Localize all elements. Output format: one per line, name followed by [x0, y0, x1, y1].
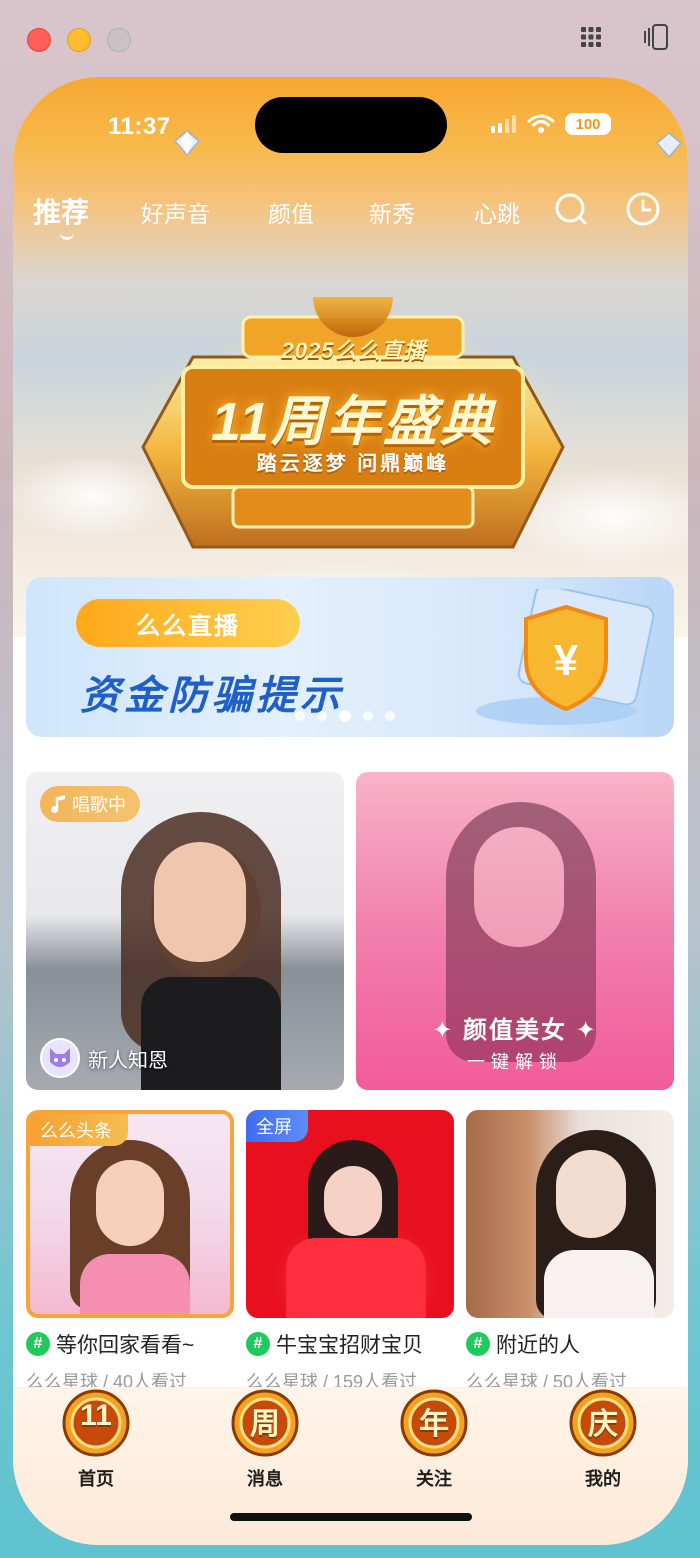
avatar	[40, 1038, 80, 1078]
streamer-face	[96, 1160, 164, 1246]
pager-dot[interactable]	[295, 711, 305, 721]
diamond-icon	[173, 130, 201, 157]
stream-title-text: 附近的人	[496, 1334, 580, 1357]
minimize-window-button[interactable]	[67, 28, 91, 52]
streamer-outfit	[544, 1250, 654, 1318]
tab-label: 首页	[78, 1469, 114, 1489]
banner-year-line: 2025么么直播	[281, 338, 427, 363]
music-note-icon	[51, 795, 65, 813]
medal-label: 年	[419, 1408, 449, 1441]
live-room-card[interactable]: 全屏	[246, 1110, 454, 1318]
rotate-device-icon[interactable]	[642, 22, 672, 52]
stream-title-text: 牛宝宝招财宝贝	[276, 1334, 423, 1357]
streamer-outfit	[80, 1254, 190, 1314]
battery-indicator: 100	[565, 113, 611, 135]
hashtag-icon: #	[466, 1332, 490, 1356]
stream-title[interactable]: # 等你回家看看~	[26, 1329, 194, 1359]
tab-looks[interactable]: 颜值	[268, 195, 314, 229]
headline-tag: 么么头条	[30, 1114, 128, 1146]
clock-icon[interactable]	[625, 191, 661, 227]
live-room-card[interactable]: 唱歌中 新人知恩	[26, 772, 344, 1090]
banner-title: 11周年盛典	[210, 392, 496, 452]
medal-label: 庆	[588, 1408, 618, 1441]
unlock-title-text: 颜值美女	[463, 1017, 567, 1044]
tab-label: 消息	[247, 1469, 283, 1489]
search-icon[interactable]	[553, 191, 589, 227]
anti-fraud-banner[interactable]: 么么直播 资金防骗提示 ¥	[26, 577, 674, 737]
stream-title-text: 等你回家看看~	[56, 1334, 195, 1357]
fullscreen-tag: 全屏	[246, 1110, 308, 1142]
live-room-card[interactable]	[466, 1110, 674, 1318]
grid-icon[interactable]	[576, 22, 606, 52]
pager-dot[interactable]	[317, 711, 327, 721]
tab-heartbeat[interactable]: 心跳	[474, 195, 520, 229]
unlock-subtitle: 一键解锁	[356, 1048, 674, 1074]
tab-following[interactable]: 年 关注	[374, 1387, 494, 1497]
signal-icon	[491, 115, 516, 133]
pager-dot-active[interactable]	[339, 710, 351, 722]
tab-label: 我的	[585, 1469, 621, 1489]
banner-pager	[295, 710, 395, 722]
tab-new-talent[interactable]: 新秀	[369, 195, 415, 229]
hashtag-icon: #	[246, 1332, 270, 1356]
streamer-face	[556, 1150, 626, 1238]
pager-dot[interactable]	[385, 711, 395, 721]
home-indicator[interactable]	[230, 1513, 472, 1521]
shield-yuan-icon: ¥	[476, 589, 655, 725]
sparkle-icon: ✦	[567, 1017, 598, 1044]
stream-title[interactable]: # 牛宝宝招财宝贝	[246, 1329, 423, 1359]
zoom-window-button[interactable]	[107, 28, 131, 52]
banner-subtitle: 踏云逐梦 问鼎巅峰	[256, 453, 450, 475]
diamond-icon	[655, 132, 683, 159]
status-time: 11:37	[108, 113, 171, 140]
dynamic-island	[255, 97, 447, 153]
wifi-icon	[527, 114, 555, 133]
streamer-face	[324, 1166, 382, 1236]
phone-screen: 11:37 100 推荐 好声音 颜值 新秀 心跳 2025么么直播 11周年盛…	[13, 77, 688, 1545]
streamer-face	[154, 842, 246, 962]
unlock-beauty-card[interactable]: ✦ 颜值美女 ✦ 一键解锁	[356, 772, 674, 1090]
unlock-title: ✦ 颜值美女 ✦	[356, 1010, 674, 1045]
svg-text:¥: ¥	[554, 636, 579, 685]
category-tabs: 推荐 好声音 颜值 新秀 心跳	[13, 187, 688, 240]
tab-recommend[interactable]: 推荐	[33, 191, 89, 231]
streamer-name: 新人知恩	[88, 1049, 168, 1072]
pager-dot[interactable]	[363, 711, 373, 721]
stream-title[interactable]: # 附近的人	[466, 1329, 580, 1359]
close-window-button[interactable]	[27, 28, 51, 52]
status-indicators: 100	[491, 113, 611, 135]
fullscreen-tag-label: 全屏	[256, 1117, 292, 1137]
notice-pill: 么么直播	[76, 599, 300, 647]
live-room-card[interactable]: 么么头条	[26, 1110, 234, 1318]
tab-me[interactable]: 庆 我的	[543, 1387, 663, 1497]
bottom-tab-bar: 11 首页 周 消息 年 关注 庆 我的	[13, 1387, 688, 1545]
cat-avatar-icon	[50, 1048, 70, 1067]
singing-badge: 唱歌中	[40, 786, 140, 822]
singing-badge-label: 唱歌中	[72, 795, 126, 815]
tab-label: 关注	[416, 1469, 452, 1489]
streamer-outfit	[286, 1238, 426, 1318]
tab-messages[interactable]: 周 消息	[205, 1387, 325, 1497]
medal-label: 周	[250, 1408, 280, 1441]
unlock-subtitle-text: 一键解锁	[467, 1052, 563, 1072]
tab-good-voice[interactable]: 好声音	[141, 195, 210, 229]
sparkle-icon: ✦	[432, 1017, 463, 1044]
tab-home[interactable]: 11 首页	[36, 1387, 156, 1497]
streamer-tag: 新人知恩	[40, 1038, 168, 1078]
hashtag-icon: #	[26, 1332, 50, 1356]
medal-label: 11	[80, 1399, 112, 1432]
